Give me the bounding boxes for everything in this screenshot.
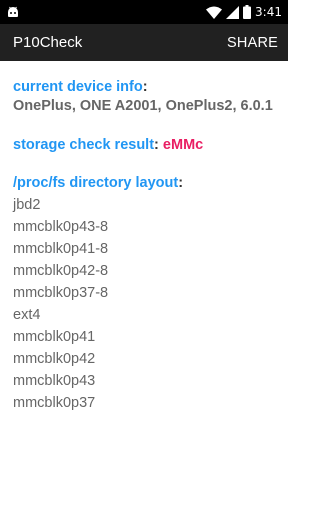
list-item: mmcblk0p43-8: [13, 219, 109, 235]
device-info-section: current device info: OnePlus, ONE A2001,…: [13, 78, 283, 116]
proc-fs-section: /proc/fs directory layout: jbd2 mmcblk0p…: [13, 174, 283, 414]
list-item: mmcblk0p42-8: [13, 263, 109, 279]
list-item: mmcblk0p42: [13, 351, 96, 367]
proc-fs-list: jbd2 mmcblk0p43-8 mmcblk0p41-8 mmcblk0p4…: [13, 194, 283, 414]
list-item: mmcblk0p41-8: [13, 241, 109, 257]
proc-fs-heading: /proc/fs directory layout:: [13, 174, 283, 192]
proc-fs-colon: :: [178, 175, 184, 191]
android-icon: [6, 5, 20, 19]
storage-check-colon: :: [154, 137, 159, 153]
list-item: mmcblk0p37-8: [13, 285, 109, 301]
list-item: mmcblk0p37: [13, 395, 96, 411]
storage-check-section: storage check result: eMMc: [13, 136, 283, 154]
battery-icon: [243, 5, 252, 19]
app-toolbar: P10Check SHARE: [0, 24, 288, 61]
list-item: jbd2: [13, 197, 41, 213]
device-info-colon: :: [142, 79, 148, 95]
status-time: 3:41: [255, 5, 282, 19]
device-info-value: OnePlus, ONE A2001, OnePlus2, 6.0.1: [13, 98, 273, 114]
storage-check-heading: storage check result: eMMc: [13, 136, 283, 154]
storage-check-label: storage check result: [13, 137, 155, 153]
status-right: 3:41: [206, 0, 282, 24]
proc-fs-label: /proc/fs directory layout: [13, 175, 179, 191]
device-info-label: current device info: [13, 79, 143, 95]
status-bar: 3:41: [0, 0, 288, 24]
share-button[interactable]: SHARE: [227, 35, 278, 51]
app-title: P10Check: [13, 34, 83, 51]
device-info-heading: current device info:: [13, 78, 283, 96]
list-item: ext4: [13, 307, 41, 323]
list-item: mmcblk0p41: [13, 329, 96, 345]
storage-check-value: eMMc: [162, 137, 204, 153]
report-content: current device info: OnePlus, ONE A2001,…: [13, 78, 283, 414]
list-item: mmcblk0p43: [13, 373, 96, 389]
cell-signal-icon: [226, 5, 240, 19]
wifi-icon: [206, 6, 223, 19]
status-left: [6, 0, 20, 24]
